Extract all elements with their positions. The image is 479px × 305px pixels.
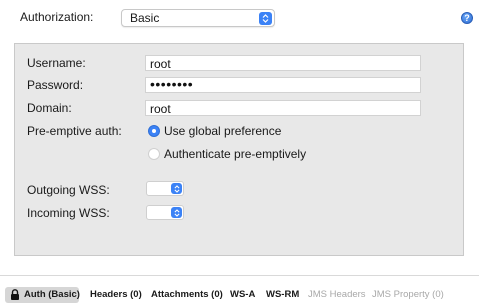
domain-field[interactable]: root <box>145 100 421 116</box>
tab-attachments[interactable]: Attachments (0) <box>151 289 223 300</box>
tab-jms-headers: JMS Headers <box>308 289 366 300</box>
preemptive-auth-label: Pre-emptive auth: <box>27 124 122 138</box>
radio-label-use-global-preference[interactable]: Use global preference <box>164 124 281 138</box>
domain-label: Domain: <box>27 101 72 115</box>
authorization-selected-value: Basic <box>130 11 160 25</box>
password-masked-value: •••••••• <box>150 76 194 92</box>
lock-icon <box>11 289 19 300</box>
tabbar-divider <box>0 275 479 276</box>
tab-ws-rm[interactable]: WS-RM <box>266 289 299 300</box>
select-stepper-icon <box>171 183 182 194</box>
username-value: root <box>150 57 171 71</box>
radio-authenticate-preemptively[interactable] <box>148 148 160 160</box>
domain-value: root <box>150 102 171 116</box>
bottom-tabbar: Auth (Basic) Headers (0) Attachments (0)… <box>0 287 479 305</box>
username-label: Username: <box>27 56 86 70</box>
authorization-row: Authorization: Basic ? <box>0 0 479 36</box>
outgoing-wss-label: Outgoing WSS: <box>27 183 110 197</box>
username-field[interactable]: root <box>145 55 421 71</box>
select-stepper-icon <box>171 207 182 218</box>
radio-use-global-preference[interactable] <box>148 125 160 137</box>
authorization-label: Authorization: <box>20 10 94 24</box>
tab-jms-property: JMS Property (0) <box>372 289 444 300</box>
incoming-wss-label: Incoming WSS: <box>27 206 110 220</box>
authorization-select[interactable]: Basic <box>121 9 275 27</box>
tab-auth-label: Auth (Basic) <box>24 289 80 300</box>
incoming-wss-select[interactable] <box>146 205 184 220</box>
outgoing-wss-select[interactable] <box>146 181 184 196</box>
tab-auth[interactable]: Auth (Basic) <box>5 287 80 303</box>
tab-ws-a[interactable]: WS-A <box>230 289 255 300</box>
select-stepper-icon <box>259 12 272 25</box>
password-label: Password: <box>27 78 84 92</box>
password-field[interactable]: •••••••• <box>145 76 421 93</box>
tab-headers[interactable]: Headers (0) <box>90 289 142 300</box>
auth-settings-panel: Username: root Password: •••••••• Domain… <box>14 43 464 256</box>
radio-label-authenticate-preemptively[interactable]: Authenticate pre-emptively <box>164 147 306 161</box>
help-question-mark-icon[interactable]: ? <box>461 12 473 24</box>
